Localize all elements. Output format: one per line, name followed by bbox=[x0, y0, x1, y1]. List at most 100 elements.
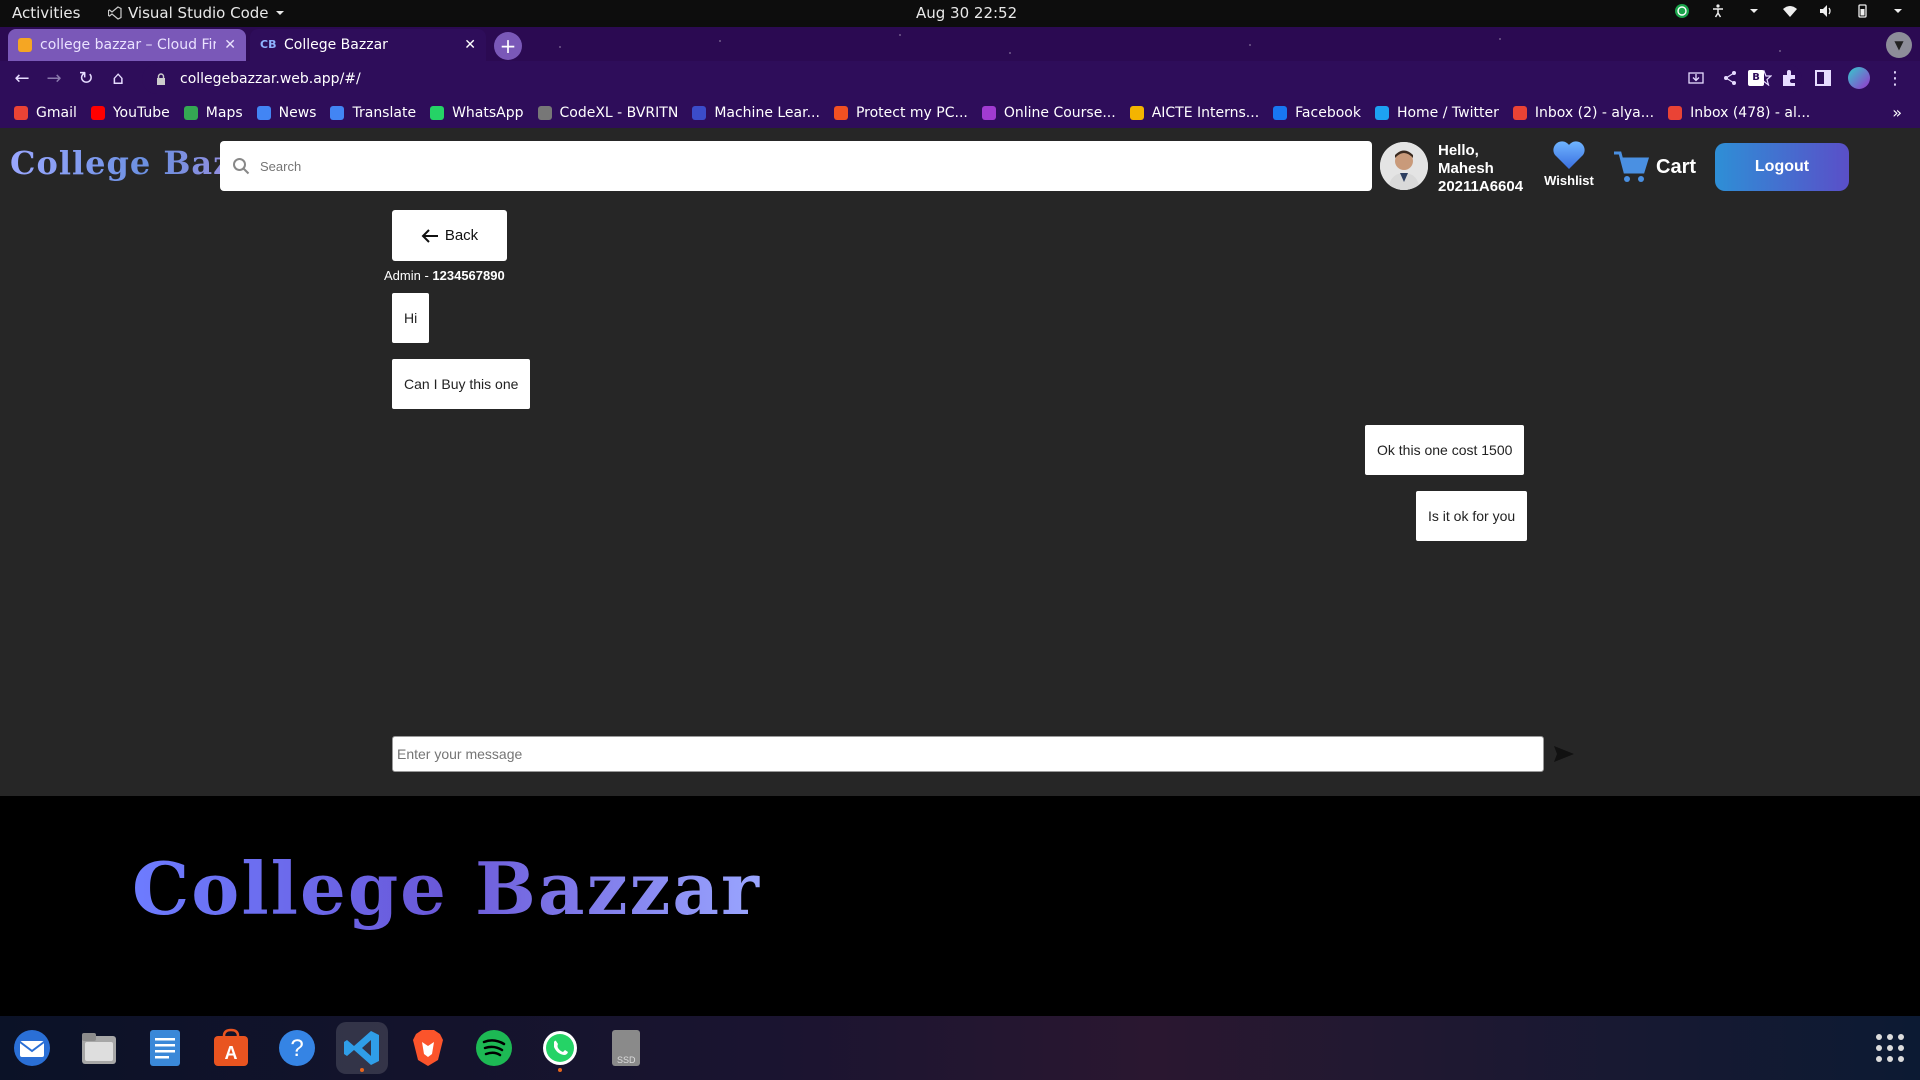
bookmark-label: WhatsApp bbox=[452, 104, 524, 121]
close-icon[interactable]: ✕ bbox=[464, 37, 476, 53]
back-button[interactable]: Back bbox=[392, 210, 507, 261]
search-bar[interactable] bbox=[220, 141, 1372, 191]
bookmark-item[interactable]: Facebook bbox=[1273, 105, 1361, 121]
new-tab-button[interactable]: + bbox=[494, 32, 522, 60]
avatar[interactable] bbox=[1380, 142, 1428, 190]
brave-icon[interactable] bbox=[402, 1022, 454, 1074]
bookmark-favicon-icon bbox=[1512, 105, 1527, 120]
bookmark-favicon-icon bbox=[256, 105, 271, 120]
forward-arrow-icon[interactable]: → bbox=[42, 67, 66, 91]
software-store-icon[interactable]: A bbox=[205, 1022, 257, 1074]
tab-search-button[interactable]: ▼ bbox=[1886, 32, 1912, 58]
system-dock: A ? SSD bbox=[0, 1016, 1920, 1080]
text-editor-icon[interactable] bbox=[139, 1022, 191, 1074]
bookmark-item[interactable]: WhatsApp bbox=[430, 104, 524, 121]
reload-icon[interactable]: ↻ bbox=[74, 67, 98, 91]
profile-avatar[interactable] bbox=[1848, 67, 1870, 89]
address-bar[interactable]: collegebazzar.web.app/#/ bbox=[142, 64, 1802, 94]
bookmark-favicon-icon bbox=[1273, 105, 1288, 120]
bookmark-item[interactable]: Online Course... bbox=[981, 105, 1116, 121]
bookmarks-bar: Gmail YouTube Maps News Translate WhatsApp Cod… bbox=[0, 97, 1920, 128]
bookmark-label: Machine Lear... bbox=[714, 104, 820, 121]
clock[interactable]: Aug 30 22:52 bbox=[916, 4, 1017, 22]
chevron-down-icon[interactable] bbox=[1890, 3, 1906, 19]
bookmark-item[interactable]: Inbox (2) - alya... bbox=[1512, 105, 1654, 121]
arrow-left-icon bbox=[421, 228, 438, 243]
bookmark-label: Gmail bbox=[36, 104, 77, 121]
bookmark-favicon-icon bbox=[430, 105, 445, 120]
bookmark-item[interactable]: News bbox=[256, 105, 316, 121]
install-icon[interactable] bbox=[1688, 70, 1704, 86]
bookmark-favicon-icon bbox=[1129, 105, 1144, 120]
tab-college-bazzar[interactable]: CB College Bazzar ✕ bbox=[250, 29, 486, 61]
user-photo-icon bbox=[1380, 142, 1428, 190]
bookmark-item[interactable]: YouTube bbox=[90, 105, 170, 121]
tab-firebase[interactable]: college bazzar – Cloud Fir ✕ bbox=[8, 29, 246, 61]
bookmark-item[interactable]: Protect my PC... bbox=[833, 104, 968, 121]
chat-message-sent: Ok this one cost 1500 bbox=[1365, 425, 1525, 475]
footer-logo: College Bazzar bbox=[132, 846, 761, 931]
web-page: College Bazzar Hello, Mahesh 20211A6604 … bbox=[0, 128, 1920, 1016]
browser-tab-strip: college bazzar – Cloud Fir ✕ CB College … bbox=[0, 27, 1920, 61]
bookmark-label: Home / Twitter bbox=[1396, 104, 1499, 121]
bookmark-label: Inbox (478) - al... bbox=[1690, 104, 1811, 121]
chevron-down-icon[interactable] bbox=[1746, 3, 1762, 19]
bookmark-label: Protect my PC... bbox=[855, 104, 968, 121]
volume-icon[interactable] bbox=[1818, 3, 1834, 19]
bookmark-favicon-icon bbox=[90, 105, 105, 120]
bookmark-item[interactable]: Inbox (478) - al... bbox=[1668, 105, 1810, 121]
bookmark-item[interactable]: AICTE Interns... bbox=[1129, 105, 1259, 121]
files-icon[interactable] bbox=[73, 1022, 125, 1074]
kebab-menu-icon[interactable]: ⋮ bbox=[1886, 68, 1904, 89]
bookmark-item[interactable]: Home / Twitter bbox=[1374, 104, 1499, 121]
chat-message-received: Can I Buy this one bbox=[392, 359, 531, 409]
extension-b-icon[interactable]: B bbox=[1748, 70, 1764, 86]
wishlist-button[interactable]: Wishlist bbox=[1542, 140, 1596, 188]
share-icon[interactable] bbox=[1722, 70, 1738, 86]
spotify-icon[interactable] bbox=[468, 1022, 520, 1074]
bookmark-item[interactable]: Gmail bbox=[14, 105, 77, 121]
system-tray[interactable] bbox=[1674, 3, 1906, 19]
app-menu[interactable]: Visual Studio Code bbox=[108, 4, 285, 22]
battery-icon[interactable] bbox=[1854, 3, 1870, 19]
bookmark-item[interactable]: CodeXL - BVRITN bbox=[537, 105, 678, 121]
firebase-favicon-icon bbox=[18, 38, 32, 52]
help-icon[interactable]: ? bbox=[271, 1022, 323, 1074]
chat-message-sent: Is it ok for you bbox=[1416, 491, 1528, 541]
side-panel-icon[interactable] bbox=[1814, 69, 1832, 87]
whatsapp-icon[interactable] bbox=[534, 1022, 586, 1074]
bookmark-label: Facebook bbox=[1295, 104, 1361, 121]
lock-icon bbox=[157, 73, 165, 85]
close-icon[interactable]: ✕ bbox=[224, 37, 236, 53]
bookmark-favicon-icon bbox=[833, 105, 848, 120]
bookmark-label: Translate bbox=[352, 104, 417, 121]
cart-button[interactable]: Cart bbox=[1612, 150, 1696, 184]
user-name: Mahesh bbox=[1438, 160, 1494, 177]
ssd-drive-icon[interactable]: SSD bbox=[600, 1022, 652, 1074]
puzzle-icon[interactable] bbox=[1780, 69, 1798, 87]
cart-icon bbox=[1614, 151, 1650, 182]
vscode-icon[interactable] bbox=[336, 1022, 388, 1074]
college-bazzar-favicon-icon: CB bbox=[260, 38, 277, 51]
wishlist-label: Wishlist bbox=[1544, 173, 1594, 188]
message-input[interactable] bbox=[392, 736, 1544, 772]
home-icon[interactable]: ⌂ bbox=[106, 67, 130, 91]
contact-name: Admin - bbox=[384, 268, 433, 283]
search-input[interactable] bbox=[260, 158, 1160, 174]
back-arrow-icon[interactable]: ← bbox=[10, 67, 34, 91]
system-top-bar: Activities Visual Studio Code Aug 30 22:… bbox=[0, 0, 1920, 27]
bookmark-item[interactable]: Translate bbox=[330, 105, 416, 121]
show-applications-button[interactable] bbox=[1876, 1034, 1904, 1062]
send-icon[interactable] bbox=[1552, 742, 1576, 766]
bookmark-label: Maps bbox=[205, 104, 243, 121]
whatsapp-tray-icon[interactable] bbox=[1674, 3, 1690, 19]
logout-button[interactable]: Logout bbox=[1715, 143, 1849, 191]
bookmark-item[interactable]: Machine Lear... bbox=[692, 105, 820, 121]
more-bookmarks-icon[interactable]: » bbox=[1892, 103, 1902, 122]
back-label: Back bbox=[444, 227, 479, 244]
accessibility-icon[interactable] bbox=[1710, 3, 1726, 19]
wifi-icon[interactable] bbox=[1782, 3, 1798, 19]
thunderbird-icon[interactable] bbox=[6, 1022, 58, 1074]
activities-button[interactable]: Activities bbox=[12, 4, 80, 22]
bookmark-item[interactable]: Maps bbox=[183, 104, 243, 121]
